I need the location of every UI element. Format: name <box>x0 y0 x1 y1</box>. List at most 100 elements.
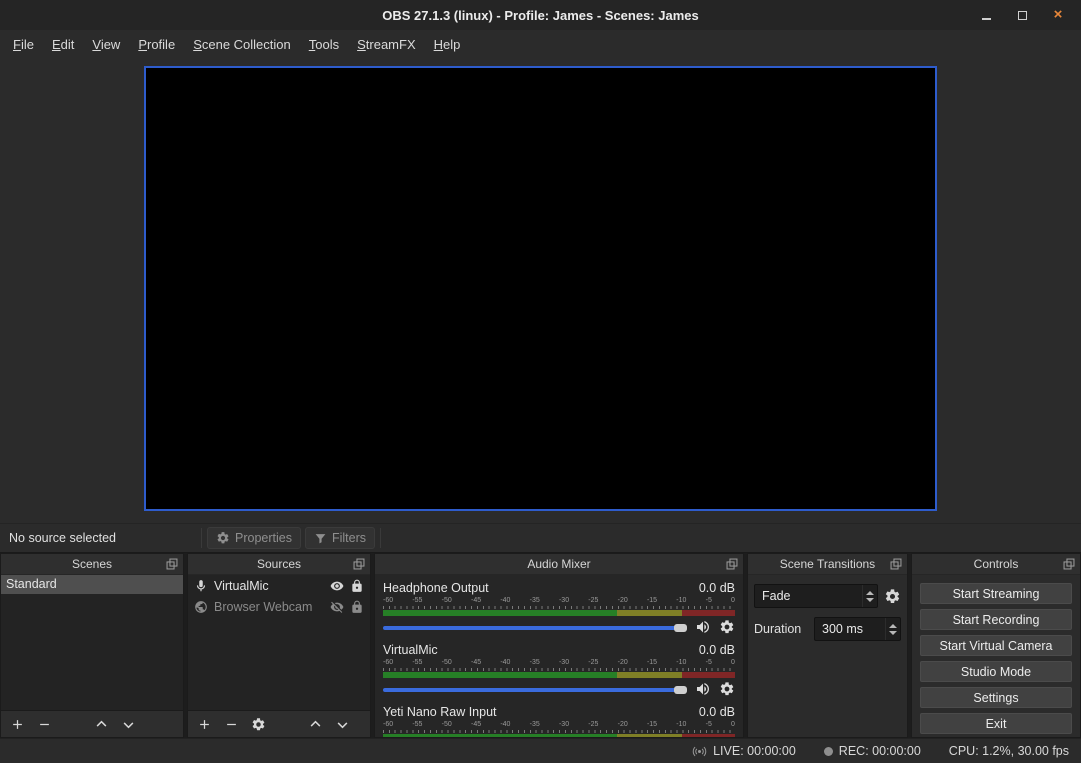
sources-panel-header[interactable]: Sources <box>188 554 370 575</box>
mixer-channel-yeti-nano: Yeti Nano Raw Input 0.0 dB -60-55-50-45-… <box>383 705 735 737</box>
tick-label: -10 <box>676 659 686 667</box>
menu-tools[interactable]: Tools <box>300 32 348 57</box>
tick-label: -50 <box>442 659 452 667</box>
volume-slider[interactable] <box>383 682 687 696</box>
menu-view[interactable]: View <box>83 32 129 57</box>
controls-panel-header[interactable]: Controls <box>912 554 1080 575</box>
audio-mixer-header[interactable]: Audio Mixer <box>375 554 743 575</box>
filters-button[interactable]: Filters <box>305 527 375 549</box>
live-time: LIVE: 00:00:00 <box>713 744 796 758</box>
menu-streamfx[interactable]: StreamFX <box>348 32 425 57</box>
volume-meter <box>383 672 735 678</box>
controls-panel: Controls Start Streaming Start Recording… <box>911 553 1081 738</box>
tick-label: -45 <box>471 659 481 667</box>
tick-label: -5 <box>706 659 712 667</box>
duration-spinbox[interactable]: 300 ms <box>814 617 901 641</box>
volume-meter <box>383 734 735 737</box>
controls-panel-title: Controls <box>974 557 1019 571</box>
menu-file[interactable]: File <box>4 32 43 57</box>
scene-item-standard[interactable]: Standard <box>1 575 183 594</box>
popout-icon[interactable] <box>165 557 179 571</box>
window-controls: × <box>979 8 1081 22</box>
remove-scene-button[interactable] <box>37 717 52 732</box>
source-status-label: No source selected <box>0 531 198 545</box>
spinbox-arrows[interactable] <box>885 618 900 640</box>
tick-label: -5 <box>706 597 712 605</box>
menu-scene-collection[interactable]: Scene Collection <box>184 32 300 57</box>
source-properties-button[interactable] <box>251 717 266 732</box>
move-source-down-button[interactable] <box>335 717 350 732</box>
volume-slider[interactable] <box>383 620 687 634</box>
chevron-down-icon <box>866 598 874 602</box>
popout-icon[interactable] <box>889 557 903 571</box>
duration-value: 300 ms <box>815 622 885 636</box>
scenes-list: Standard <box>1 575 183 710</box>
status-bar: LIVE: 00:00:00 REC: 00:00:00 CPU: 1.2%, … <box>0 738 1081 763</box>
move-scene-up-button[interactable] <box>94 717 109 732</box>
transition-select[interactable]: Fade <box>754 584 878 608</box>
menu-profile[interactable]: Profile <box>129 32 184 57</box>
slider-handle[interactable] <box>674 686 687 694</box>
scene-transitions-header[interactable]: Scene Transitions <box>748 554 907 575</box>
settings-button[interactable]: Settings <box>920 687 1072 708</box>
start-recording-button[interactable]: Start Recording <box>920 609 1072 630</box>
lock-icon[interactable] <box>350 600 364 614</box>
transition-settings-button[interactable] <box>884 588 901 605</box>
audio-mixer-title: Audio Mixer <box>527 557 590 571</box>
sources-toolbar <box>188 710 370 737</box>
eye-icon[interactable] <box>330 579 344 593</box>
menu-edit[interactable]: Edit <box>43 32 83 57</box>
gear-icon[interactable] <box>719 619 735 635</box>
combo-arrows[interactable] <box>862 585 877 607</box>
minimize-button[interactable] <box>979 8 993 22</box>
tick-label: -25 <box>588 721 598 729</box>
source-name: VirtualMic <box>214 579 324 593</box>
slider-handle[interactable] <box>674 624 687 632</box>
scenes-panel-title: Scenes <box>72 557 112 571</box>
move-scene-down-button[interactable] <box>121 717 136 732</box>
sources-panel-title: Sources <box>257 557 301 571</box>
exit-button[interactable]: Exit <box>920 713 1072 734</box>
broadcast-icon <box>692 744 707 759</box>
sources-list: VirtualMic Browser Webcam <box>188 575 370 710</box>
tick-label: -55 <box>412 597 422 605</box>
popout-icon[interactable] <box>1062 557 1076 571</box>
tick-label: -60 <box>383 659 393 667</box>
source-item-browser-webcam[interactable]: Browser Webcam <box>188 596 370 617</box>
preview-canvas[interactable] <box>144 66 937 511</box>
meter-ticks <box>383 606 735 609</box>
tick-label: -50 <box>442 721 452 729</box>
studio-mode-button[interactable]: Studio Mode <box>920 661 1072 682</box>
slider-fill <box>383 626 678 630</box>
tick-label: -5 <box>706 721 712 729</box>
tick-label: -40 <box>500 597 510 605</box>
lock-icon[interactable] <box>350 579 364 593</box>
popout-icon[interactable] <box>725 557 739 571</box>
volume-meter <box>383 610 735 616</box>
popout-icon[interactable] <box>352 557 366 571</box>
chevron-up-icon <box>866 591 874 595</box>
start-virtual-camera-button[interactable]: Start Virtual Camera <box>920 635 1072 656</box>
move-source-up-button[interactable] <box>308 717 323 732</box>
add-source-button[interactable] <box>197 717 212 732</box>
window-title: OBS 27.1.3 (linux) - Profile: James - Sc… <box>0 8 1081 23</box>
tick-label: -60 <box>383 721 393 729</box>
maximize-icon <box>1018 11 1027 20</box>
menu-help[interactable]: Help <box>425 32 470 57</box>
tick-label: -20 <box>618 721 628 729</box>
maximize-button[interactable] <box>1015 8 1029 22</box>
add-scene-button[interactable] <box>10 717 25 732</box>
scenes-toolbar <box>1 710 183 737</box>
properties-button[interactable]: Properties <box>207 527 301 549</box>
eye-slash-icon[interactable] <box>330 600 344 614</box>
source-item-virtualmic[interactable]: VirtualMic <box>188 575 370 596</box>
close-button[interactable]: × <box>1051 8 1065 22</box>
close-icon: × <box>1054 8 1063 22</box>
gear-icon[interactable] <box>719 681 735 697</box>
tick-label: -40 <box>500 721 510 729</box>
speaker-icon[interactable] <box>695 619 711 635</box>
scenes-panel-header[interactable]: Scenes <box>1 554 183 575</box>
speaker-icon[interactable] <box>695 681 711 697</box>
remove-source-button[interactable] <box>224 717 239 732</box>
start-streaming-button[interactable]: Start Streaming <box>920 583 1072 604</box>
